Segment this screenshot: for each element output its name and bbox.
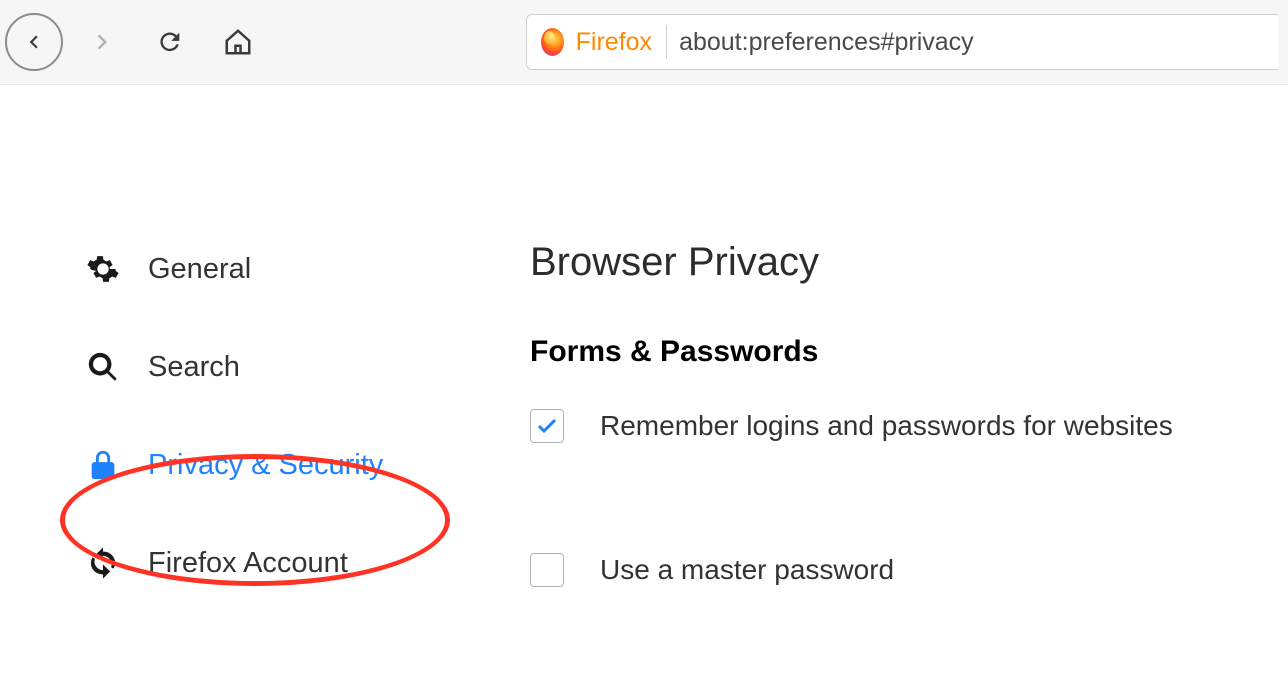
sidebar-item-privacy-security[interactable]: Privacy & Security <box>86 431 500 499</box>
sync-icon <box>86 546 120 580</box>
gear-icon <box>86 252 120 286</box>
home-button[interactable] <box>208 12 268 72</box>
arrow-left-icon <box>21 29 47 55</box>
sidebar-item-label: General <box>148 253 251 286</box>
forward-button[interactable] <box>72 12 132 72</box>
reload-icon <box>156 28 184 56</box>
address-bar[interactable]: Firefox <box>526 14 1278 70</box>
preferences-page: General Search Privacy & Security Firefo… <box>0 85 1288 697</box>
sidebar-item-label: Privacy & Security <box>148 449 383 482</box>
sidebar-item-label: Search <box>148 351 240 384</box>
preferences-sidebar: General Search Privacy & Security Firefo… <box>0 125 500 697</box>
browser-toolbar: Firefox <box>0 0 1288 85</box>
checkbox[interactable] <box>530 553 564 587</box>
back-button[interactable] <box>4 12 64 72</box>
option-label: Remember logins and passwords for websit… <box>600 410 1173 442</box>
search-icon <box>86 350 120 384</box>
sidebar-item-label: Firefox Account <box>148 547 348 580</box>
checkbox[interactable] <box>530 409 564 443</box>
sidebar-item-firefox-account[interactable]: Firefox Account <box>86 529 500 597</box>
preferences-main: Browser Privacy Forms & Passwords Rememb… <box>500 125 1288 697</box>
section-heading: Forms & Passwords <box>530 335 1258 369</box>
option-master-password[interactable]: Use a master password <box>530 553 1258 587</box>
sidebar-item-search[interactable]: Search <box>86 333 500 401</box>
url-input[interactable] <box>679 28 1264 57</box>
sidebar-item-general[interactable]: General <box>86 235 500 303</box>
reload-button[interactable] <box>140 12 200 72</box>
arrow-right-icon <box>87 27 117 57</box>
home-icon <box>223 27 253 57</box>
page-title: Browser Privacy <box>530 240 1258 285</box>
address-badge: Firefox <box>576 25 667 59</box>
lock-icon <box>86 448 120 482</box>
firefox-logo-icon <box>541 28 564 56</box>
option-label: Use a master password <box>600 554 894 586</box>
option-remember-logins[interactable]: Remember logins and passwords for websit… <box>530 409 1258 443</box>
